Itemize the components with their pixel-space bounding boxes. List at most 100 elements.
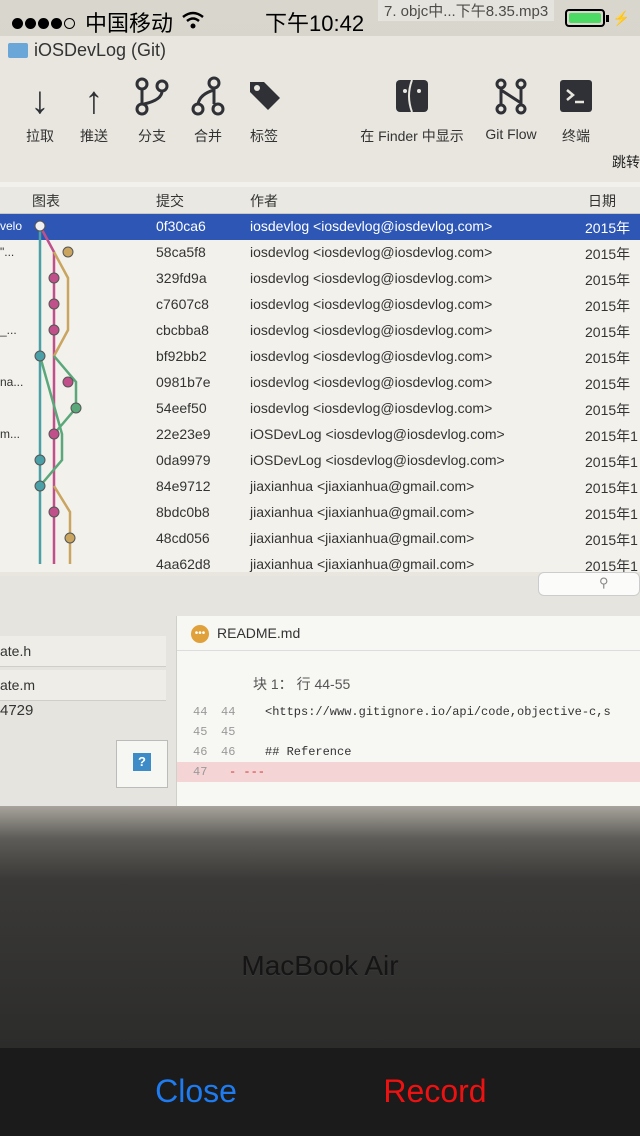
commit-author: iosdevlog <iosdevlog@iosdevlog.com> [250, 244, 493, 260]
commit-date: 2015年1 [585, 454, 638, 470]
graph-commit-node [48, 298, 60, 310]
graph-commit-node [48, 324, 60, 336]
commit-author: jiaxianhua <jiaxianhua@gmail.com> [250, 504, 475, 520]
file-item[interactable]: ate.m [0, 670, 166, 701]
commit-hash: cbcbba8 [156, 322, 209, 338]
signal-strength-icon [12, 9, 77, 35]
commit-hash: 22e23e9 [156, 426, 211, 442]
graph-commit-node [64, 532, 76, 544]
commit-author: iosdevlog <iosdevlog@iosdevlog.com> [250, 322, 493, 338]
question-icon: ? [133, 753, 151, 771]
commit-date: 2015年1 [585, 428, 638, 444]
column-date[interactable]: 日期 [588, 191, 616, 211]
commit-hash: 0f30ca6 [156, 218, 206, 234]
commit-date: 2015年 [585, 402, 631, 418]
commit-hash: 54eef50 [156, 400, 207, 416]
carrier-info: 中国移动 [12, 6, 205, 38]
folder-icon [8, 43, 28, 58]
merge-icon [178, 76, 238, 126]
charging-icon: ⚡ [612, 9, 630, 26]
graph-commit-node [48, 428, 60, 440]
tag-icon [234, 76, 294, 126]
commit-branch-label: velo [0, 219, 23, 233]
commit-date: 2015年1 [585, 480, 638, 496]
commit-date: 2015年 [585, 350, 631, 366]
show-in-finder-button[interactable]: 在 Finder 中显示 [350, 76, 474, 146]
graph-edge [53, 355, 78, 435]
commit-date: 2015年1 [585, 532, 638, 548]
graph-edge [38, 355, 64, 487]
commit-author: iosdevlog <iosdevlog@iosdevlog.com> [250, 400, 493, 416]
commit-date: 2015年 [585, 376, 631, 392]
diff-file-header: ••• README.md [177, 616, 640, 651]
gitflow-icon [478, 76, 544, 126]
pull-button[interactable]: ↓ 拉取 [10, 76, 70, 146]
commit-hash: 8bdc0b8 [156, 504, 210, 520]
git-flow-button[interactable]: Git Flow [478, 76, 544, 142]
commit-hash: bf92bb2 [156, 348, 207, 364]
graph-commit-node [70, 402, 82, 414]
search-input[interactable]: ⚲ [538, 572, 640, 596]
commit-author: jiaxianhua <jiaxianhua@gmail.com> [250, 556, 475, 572]
file-item[interactable]: ate.h [0, 636, 166, 667]
branch-icon [122, 76, 182, 126]
push-icon: ↑ [84, 80, 104, 122]
commit-date: 2015年 [585, 298, 631, 314]
commit-hash: 58ca5f8 [156, 244, 206, 260]
file-list: ate.h ate.m 4729 ? [0, 636, 168, 806]
close-button[interactable]: Close [148, 1072, 244, 1111]
graph-commit-node [48, 272, 60, 284]
commit-hash: 329fd9a [156, 270, 207, 286]
graph-edge [52, 485, 72, 564]
commit-branch-label: _... [0, 323, 17, 337]
macbook-bezel-label: MacBook Air [241, 950, 399, 981]
graph-commit-node [34, 350, 46, 362]
pull-icon: ↓ [30, 80, 50, 122]
camera-preview: iOSDevLog (Git) ↓ 拉取 ↑ 推送 分支 合并 标签 在 Fin… [0, 0, 640, 1048]
search-icon: ⚲ [599, 575, 609, 590]
ios-status-bar: 中国移动 下午10:42 7. objc中...下午8.35.mp3 ⚡ [0, 0, 640, 40]
commit-date: 2015年 [585, 272, 631, 288]
commit-date: 2015年 [585, 246, 631, 262]
commit-author: iosdevlog <iosdevlog@iosdevlog.com> [250, 218, 493, 234]
battery-level [568, 13, 601, 23]
diff-line-removed: 47- --- [177, 762, 640, 782]
column-graph[interactable]: 图表 [32, 191, 60, 211]
push-button[interactable]: ↑ 推送 [64, 76, 124, 146]
graph-commit-node [34, 454, 46, 466]
terminal-icon [546, 76, 606, 126]
commit-author: iosdevlog <iosdevlog@iosdevlog.com> [250, 374, 493, 390]
battery-icon [564, 9, 605, 27]
commit-hash: 0da9979 [156, 452, 211, 468]
commit-author: iosdevlog <iosdevlog@iosdevlog.com> [250, 296, 493, 312]
diff-view: ••• README.md 块 1： 行 44-55 44 44 <https://… [176, 616, 640, 806]
bottom-action-bar: Close Record [0, 1048, 640, 1136]
commit-date: 2015年 [585, 220, 631, 236]
sourcetree-window: iOSDevLog (Git) ↓ 拉取 ↑ 推送 分支 合并 标签 在 Fin… [0, 36, 640, 806]
wifi-icon [181, 9, 205, 35]
commit-table: 图表 提交 作者 日期 velo 0f30ca6 iosdevlog <iosdev… [0, 182, 640, 572]
column-commit[interactable]: 提交 [156, 191, 184, 211]
commit-author: iOSDevLog <iosdevlog@iosdevlog.com> [250, 426, 505, 442]
commit-hash: c7607c8 [156, 296, 209, 312]
detail-pane: ⚲ ate.h ate.m 4729 ? ••• README.md 块 1： … [0, 572, 640, 806]
toolbar: ↓ 拉取 ↑ 推送 分支 合并 标签 在 Finder 中显示 Git Flow… [0, 70, 640, 182]
commit-hash: 4aa62d8 [156, 556, 211, 572]
column-author[interactable]: 作者 [250, 191, 278, 211]
terminal-button[interactable]: 终端 [546, 76, 606, 146]
commit-author: iosdevlog <iosdevlog@iosdevlog.com> [250, 270, 493, 286]
graph-commit-node [48, 506, 60, 518]
merge-button[interactable]: 合并 [178, 76, 238, 146]
file-preview: ? [116, 740, 168, 788]
battery-indicator: ⚡ [564, 9, 630, 27]
graph-commit-node [62, 246, 74, 258]
commit-date: 2015年 [585, 324, 631, 340]
commit-date: 2015年1 [585, 506, 638, 522]
window-title-bar: iOSDevLog (Git) [8, 40, 166, 61]
diff-line: 45 45 [193, 725, 236, 739]
diff-line: 46 46 ## Reference [193, 745, 352, 759]
branch-button[interactable]: 分支 [122, 76, 182, 146]
record-button[interactable]: Record [375, 1072, 495, 1111]
tag-button[interactable]: 标签 [234, 76, 294, 146]
graph-commit-node [34, 480, 46, 492]
